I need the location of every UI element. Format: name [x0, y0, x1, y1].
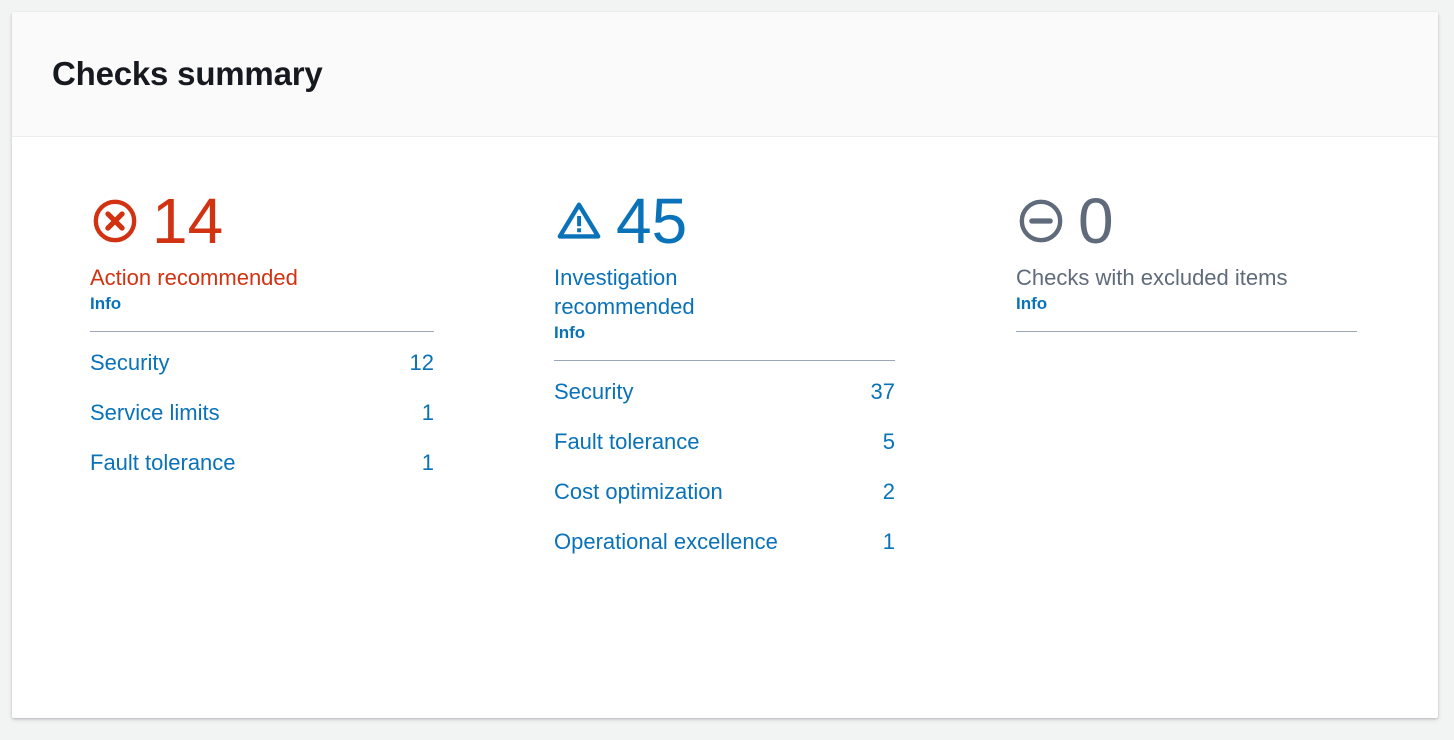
- table-row: Fault tolerance 1: [90, 438, 434, 488]
- category-name[interactable]: Operational excellence: [554, 529, 778, 555]
- category-count: 1: [882, 529, 895, 555]
- summary-headline: 14: [90, 185, 554, 257]
- divider: [1016, 331, 1357, 333]
- divider: [554, 360, 895, 362]
- summary-headline: 0: [1016, 185, 1416, 257]
- table-row: Security 12: [90, 338, 434, 388]
- category-name[interactable]: Service limits: [90, 400, 220, 426]
- table-row: Fault tolerance 5: [554, 417, 895, 467]
- table-row: Service limits 1: [90, 388, 434, 438]
- category-count: 1: [421, 400, 434, 426]
- category-name[interactable]: Security: [90, 350, 169, 376]
- info-link[interactable]: Info: [90, 294, 121, 314]
- checks-summary-body: 14 Action recommended Info Security 12 S…: [12, 137, 1438, 567]
- summary-label: Checks with excluded items: [1016, 265, 1288, 290]
- category-count: 37: [870, 379, 895, 405]
- summary-count: 0: [1078, 185, 1114, 257]
- summary-count: 45: [616, 185, 688, 257]
- table-row: Operational excellence 1: [554, 517, 895, 567]
- info-link[interactable]: Info: [1016, 294, 1047, 314]
- info-link[interactable]: Info: [554, 323, 585, 343]
- card-header: Checks summary: [12, 12, 1438, 137]
- status-excluded-icon: [1016, 196, 1066, 246]
- status-error-icon: [90, 196, 140, 246]
- summary-count: 14: [152, 185, 224, 257]
- category-name[interactable]: Fault tolerance: [554, 429, 700, 455]
- category-name[interactable]: Fault tolerance: [90, 450, 236, 476]
- divider: [90, 331, 434, 333]
- table-row: Cost optimization 2: [554, 467, 895, 517]
- category-breakdown: Security 12 Service limits 1 Fault toler…: [90, 338, 554, 488]
- summary-column-investigation-recommended: 45 Investigation recommended Info Securi…: [554, 185, 1016, 567]
- summary-label: Investigation recommended: [554, 265, 695, 320]
- summary-column-action-recommended: 14 Action recommended Info Security 12 S…: [90, 185, 554, 567]
- summary-label: Action recommended: [90, 265, 298, 290]
- category-name[interactable]: Security: [554, 379, 633, 405]
- status-warning-icon: [554, 196, 604, 246]
- summary-column-excluded-items: 0 Checks with excluded items Info: [1016, 185, 1416, 567]
- category-breakdown: Security 37 Fault tolerance 5 Cost optim…: [554, 367, 1016, 567]
- category-count: 12: [409, 350, 434, 376]
- category-count: 2: [882, 479, 895, 505]
- summary-headline: 45: [554, 185, 1016, 257]
- table-row: Security 37: [554, 367, 895, 417]
- category-count: 1: [421, 450, 434, 476]
- checks-summary-card: Checks summary 14 Action recommended Inf…: [12, 12, 1438, 718]
- page-title: Checks summary: [52, 54, 323, 92]
- category-name[interactable]: Cost optimization: [554, 479, 723, 505]
- category-count: 5: [882, 429, 895, 455]
